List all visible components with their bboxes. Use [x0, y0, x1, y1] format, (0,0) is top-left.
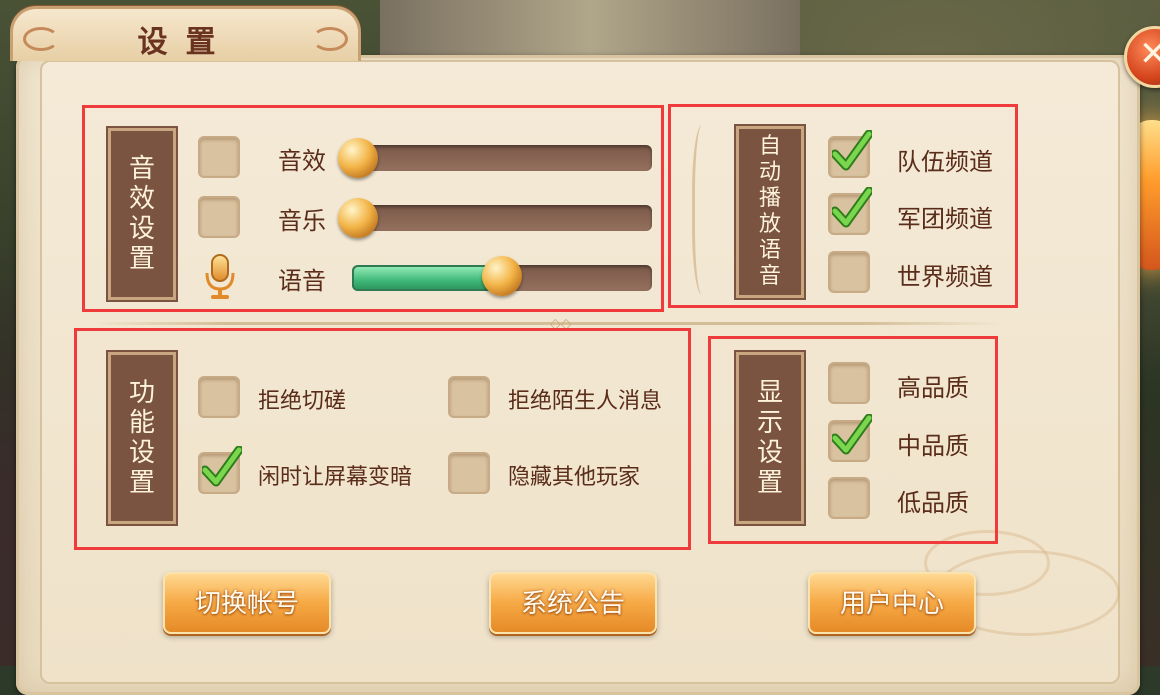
heading-char: 设: [128, 214, 155, 244]
legion-channel-label: 军团频道: [897, 205, 993, 233]
low-quality-checkbox[interactable]: [828, 477, 870, 519]
background-beam: [380, 0, 800, 60]
heading-char: 功: [128, 378, 155, 408]
heading-char: 音: [128, 154, 155, 184]
heading-char: 设: [756, 438, 783, 468]
checkmark-icon: [832, 187, 872, 228]
heading-char: 效: [128, 184, 155, 214]
music-label: 音乐: [278, 207, 326, 235]
checkmark-icon: [832, 414, 872, 455]
hide-other-players-checkbox[interactable]: [448, 452, 490, 494]
voice-label: 语音: [278, 267, 326, 295]
display-settings-heading: 显 示 设 置: [734, 350, 806, 526]
title-tab: 设置: [10, 6, 361, 61]
sound-effect-label: 音效: [278, 147, 326, 175]
heading-char: 自: [758, 134, 781, 159]
refuse-duel-label: 拒绝切磋: [258, 389, 347, 414]
refuse-duel-checkbox[interactable]: [198, 376, 240, 418]
close-icon: ✕: [1139, 34, 1160, 74]
medium-quality-label: 中品质: [897, 432, 969, 460]
page-title: 设置: [137, 25, 234, 60]
world-channel-label: 世界频道: [897, 263, 993, 291]
heading-char: 置: [756, 468, 783, 498]
hide-other-players-label: 隐藏其他玩家: [508, 465, 641, 490]
heading-char: 语: [758, 238, 781, 263]
announcement-button[interactable]: 系统公告: [489, 572, 657, 634]
heading-char: 动: [758, 160, 781, 185]
section-divider: [90, 322, 1000, 325]
heading-char: 放: [758, 212, 781, 237]
sound-effect-checkbox[interactable]: [198, 136, 240, 178]
team-channel-label: 队伍频道: [897, 148, 993, 176]
refuse-stranger-message-label: 拒绝陌生人消息: [508, 389, 663, 414]
auto-voice-heading: 自 动 播 放 语 音: [734, 124, 806, 300]
legion-channel-checkbox[interactable]: [828, 187, 872, 235]
high-quality-checkbox[interactable]: [828, 362, 870, 404]
music-checkbox[interactable]: [198, 196, 240, 238]
heading-char: 能: [128, 408, 155, 438]
dim-screen-idle-checkbox[interactable]: [198, 446, 242, 494]
function-settings-heading: 功 能 设 置: [106, 350, 178, 526]
switch-account-button[interactable]: 切换帐号: [163, 572, 331, 634]
music-slider[interactable]: [352, 205, 652, 231]
team-channel-checkbox[interactable]: [828, 130, 872, 178]
checkmark-icon: [202, 446, 242, 487]
sound-effect-slider-handle[interactable]: [338, 138, 378, 178]
user-center-button[interactable]: 用户中心: [808, 572, 976, 634]
checkmark-icon: [832, 130, 872, 171]
medium-quality-checkbox[interactable]: [828, 414, 872, 462]
heading-char: 置: [128, 468, 155, 498]
voice-slider-handle[interactable]: [482, 256, 522, 296]
heading-char: 置: [128, 244, 155, 274]
sound-settings-heading: 音 效 设 置: [106, 126, 178, 302]
heading-char: 设: [128, 438, 155, 468]
high-quality-label: 高品质: [897, 374, 969, 402]
music-slider-handle[interactable]: [338, 198, 378, 238]
heading-char: 音: [758, 264, 781, 289]
dim-screen-idle-label: 闲时让屏幕变暗: [258, 465, 413, 490]
microphone-icon: [205, 254, 235, 299]
heading-char: 示: [756, 408, 783, 438]
scroll-decoration: [692, 125, 717, 295]
heading-char: 播: [758, 186, 781, 211]
sound-effect-slider[interactable]: [352, 145, 652, 171]
world-channel-checkbox[interactable]: [828, 251, 870, 293]
refuse-stranger-message-checkbox[interactable]: [448, 376, 490, 418]
heading-char: 显: [756, 378, 783, 408]
low-quality-label: 低品质: [897, 489, 969, 517]
voice-slider-fill: [352, 265, 502, 291]
